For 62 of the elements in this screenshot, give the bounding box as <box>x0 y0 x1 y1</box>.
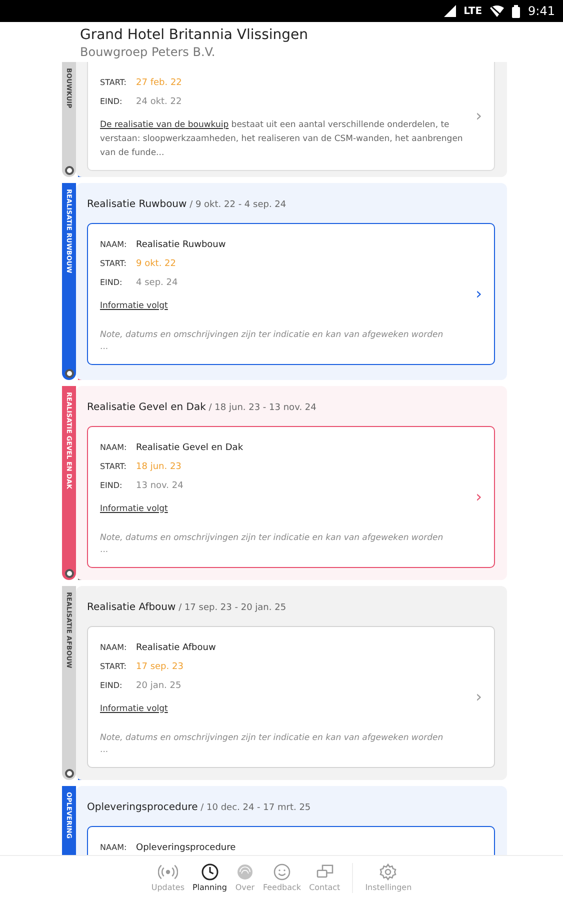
description: De realisatie van de bouwkuip bestaat uit een aantal verschillende onderdelen, te verstaan: sloopwerkzaamheden, het realiseren van de CSM-wanden, het aanbrengen van de funde... <box>100 119 464 160</box>
field-label: START: <box>100 258 128 270</box>
field-label: NAAM: <box>100 842 128 854</box>
field-value: 13 nov. 24 <box>136 480 184 490</box>
wifi-icon <box>490 5 504 17</box>
phase-heading: Realisatie Afbouw / 17 sep. 23 - 20 jan. 25 <box>87 601 288 615</box>
field-label: EIND: <box>100 276 124 288</box>
disclaimer-note: Note, datums en omschrijvingen zijn ter indicatie en kan van afgeweken worden <box>100 732 444 744</box>
contractor-name: Bouwgroep Peters B.V. <box>80 44 216 60</box>
disclaimer-note: Note, datums en omschrijvingen zijn ter indicatie en kan van afgeweken worden <box>100 328 444 342</box>
field-label: NAAM: <box>100 642 128 654</box>
info-link[interactable]: Informatie volgt <box>100 300 168 312</box>
field-label: NAAM: <box>100 442 128 454</box>
smiley-icon <box>272 862 292 882</box>
field-label: START: <box>100 460 128 472</box>
project-title: Grand Hotel Britannia Vlissingen <box>80 26 309 44</box>
signal-icon <box>444 5 456 17</box>
phase-heading: Opleveringsprocedure / 10 dec. 24 - 17 mrt. 25 <box>87 801 312 815</box>
field-label: NAAM: <box>100 238 128 250</box>
chevron-icon: › <box>476 104 482 128</box>
info-link[interactable]: Informatie volgt <box>100 702 168 716</box>
network-type: LTE <box>464 4 482 18</box>
timeline-node <box>64 569 74 578</box>
field-value: 18 jun. 23 <box>136 462 182 472</box>
timeline-node <box>64 369 74 378</box>
field-value: 17 sep. 23 <box>136 662 184 672</box>
phase-card[interactable]: NAAM: Realisatie Ruwbouw START: 9 okt. 22 EIND: 4 sep. 24 Informatie volgt Note, datums en omschrijvingen zijn ter indicatie en kan van afgeweken worden ... › <box>87 222 495 365</box>
chevron-icon: › <box>476 684 482 709</box>
fingerprint-icon <box>234 862 255 882</box>
phase-heading: Realisatie Gevel en Dak / 18 jun. 23 - 13 nov. 24 <box>87 401 318 415</box>
disclaimer-note: Note, datums en omschrijvingen zijn ter indicatie en kan van afgeweken worden <box>100 532 444 544</box>
nav-tab[interactable]: Planning <box>190 862 229 894</box>
clock-time: 9:41 <box>528 3 555 20</box>
clock-icon <box>200 862 220 882</box>
field-value: 9 okt. 22 <box>136 258 176 268</box>
field-value: Realisatie Afbouw <box>136 642 216 652</box>
field-value: Opleveringsprocedure <box>136 842 236 852</box>
field-value: 27 feb. 22 <box>136 78 182 88</box>
timeline-node <box>64 166 74 175</box>
phase-heading: Realisatie Ruwbouw / 9 okt. 22 - 4 sep. 24 <box>87 198 288 212</box>
info-link[interactable]: Informatie volgt <box>100 502 168 516</box>
timeline-node <box>64 769 74 778</box>
field-value: Realisatie Ruwbouw <box>136 240 226 250</box>
field-label: START: <box>100 660 128 672</box>
battery-icon <box>512 4 520 18</box>
phase-card[interactable]: NAAM: Realisatie Afbouw START: 17 sep. 23 EIND: 20 jan. 25 Informatie volgt Note, datums en omschrijvingen zijn ter indicatie en kan van afgeweken worden ... › <box>87 626 495 768</box>
chevron-icon: › <box>476 484 482 509</box>
field-label: EIND: <box>100 96 124 108</box>
field-label: EIND: <box>100 680 124 692</box>
phase-card[interactable]: NAAM: Opleveringsprocedure <box>87 826 495 855</box>
settings-icon <box>378 862 398 882</box>
phase-card[interactable]: NAAM: Realisatie Gevel en Dak START: 18 jun. 23 EIND: 13 nov. 24 Informatie volgt Note, datums en omschrijvingen zijn ter indicatie en kan van afgeweken worden ... › <box>87 426 495 568</box>
ellipsis-text: ... <box>100 744 110 757</box>
chevron-icon: › <box>476 282 482 306</box>
ellipsis-text: ... <box>100 544 110 557</box>
field-label: START: <box>100 77 128 89</box>
broadcast-icon <box>158 862 178 882</box>
field-value: 24 okt. 22 <box>136 97 182 107</box>
description-link[interactable]: De realisatie van de bouwkuip <box>100 120 229 130</box>
field-value: Realisatie Gevel en Dak <box>136 442 244 452</box>
field-label: EIND: <box>100 480 124 492</box>
ellipsis-text: ... <box>100 341 110 354</box>
